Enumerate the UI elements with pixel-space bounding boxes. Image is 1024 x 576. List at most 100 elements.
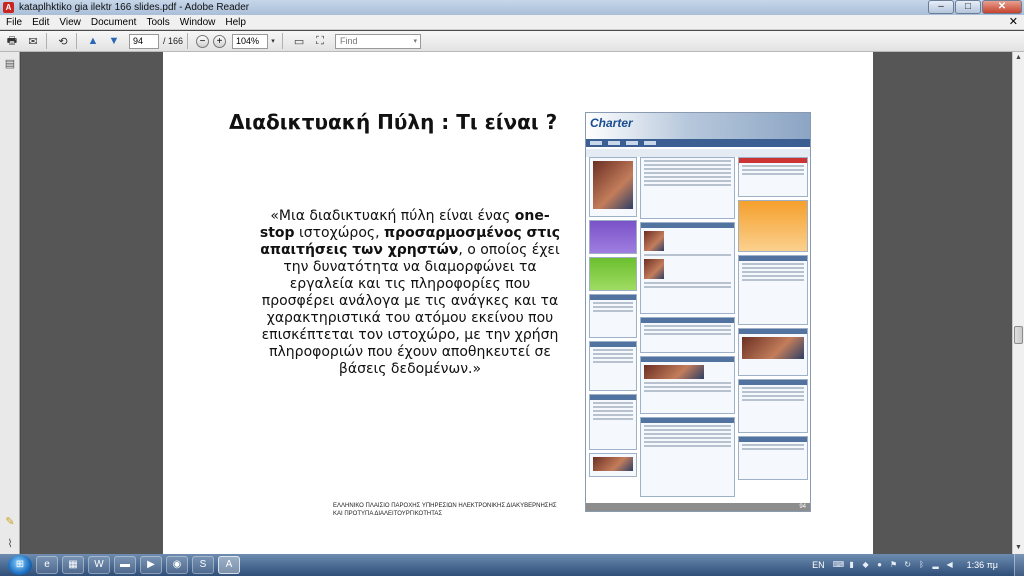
portal-promo-purple (589, 220, 637, 254)
portal-block (589, 157, 637, 217)
portal-block (640, 157, 735, 219)
file-explorer-icon[interactable]: ▦ (62, 556, 84, 574)
zoom-level-input[interactable]: 104% (232, 33, 269, 49)
toolbar-divider (282, 33, 284, 49)
menu-document[interactable]: Document (91, 17, 137, 28)
zoom-out-icon[interactable]: − (196, 34, 210, 48)
update-icon[interactable]: ↻ (903, 560, 913, 570)
portal-footer: 94 (586, 503, 810, 511)
portal-block (738, 328, 808, 376)
adobe-reader-taskbar-icon[interactable]: A (218, 556, 240, 574)
portal-block (589, 294, 637, 338)
toolbar-divider (76, 33, 77, 49)
media-player-icon[interactable]: ▶ (140, 556, 162, 574)
keyboard-icon[interactable]: ⌨ (833, 560, 845, 570)
collaborate-icon[interactable]: ⟲ (54, 33, 72, 49)
document-view[interactable]: Διαδικτυακή Πύλη : Τι είναι ? «Μια διαδι… (21, 52, 1012, 554)
maximize-button[interactable]: □ (955, 0, 981, 14)
full-screen-icon[interactable]: ⛶ (311, 33, 329, 49)
skype-icon[interactable]: S (192, 556, 214, 574)
word-icon[interactable]: W (88, 556, 110, 574)
menu-bar: File Edit View Document Tools Window Hel… (0, 15, 1024, 30)
portal-left-column (589, 157, 637, 480)
toolbar-divider (46, 33, 47, 49)
scroll-down-icon[interactable]: ▼ (1013, 542, 1024, 554)
antivirus-icon[interactable]: ● (875, 560, 885, 570)
menu-help[interactable]: Help (225, 17, 246, 28)
portal-block (640, 356, 735, 414)
minimize-button[interactable]: – (928, 0, 954, 14)
portal-nav (586, 139, 810, 147)
slide-title: Διαδικτυακή Πύλη : Τι είναι ? (229, 110, 558, 134)
signal-icon[interactable]: ▂ (931, 560, 941, 570)
quote-text-1: «Μια διαδικτυακή πύλη είναι ένας (270, 208, 515, 224)
portal-right-column (738, 157, 808, 483)
portal-block (589, 394, 637, 450)
title-bar: A kataplhktiko gia ilektr 166 slides.pdf… (0, 0, 1024, 15)
volume-icon[interactable]: ◀ (945, 560, 955, 570)
footer-line-2: ΚΑΙ ΠΡΟΤΥΠΑ ΔΙΑΛΕΙΤΟΥΡΓΙΚΟΤΗΤΑΣ (333, 511, 443, 517)
bluetooth-icon[interactable]: ᛒ (917, 560, 927, 570)
portal-block (640, 317, 735, 353)
menu-view[interactable]: View (59, 17, 81, 28)
page-number-input[interactable]: 94 (129, 33, 159, 49)
portal-block (640, 417, 735, 497)
pages-panel-icon[interactable]: ▤ (4, 58, 16, 70)
fit-page-icon[interactable]: ▭ (290, 33, 308, 49)
attachments-icon[interactable]: ⌇ (4, 538, 16, 550)
menu-edit[interactable]: Edit (32, 17, 49, 28)
slide-footer: ΕΛΛΗΝΙΚΟ ΠΛΑΙΣΙΟ ΠΑΡΟΧΗΣ ΥΠΗΡΕΣΙΩΝ ΗΛΕΚΤ… (333, 502, 573, 518)
scroll-thumb[interactable] (1014, 326, 1023, 344)
zoom-in-icon[interactable]: + (213, 34, 227, 48)
portal-block (589, 453, 637, 477)
document-close-icon[interactable]: ✕ (1009, 15, 1018, 28)
previous-page-icon[interactable]: ▲ (84, 33, 102, 49)
network-icon[interactable]: ▮ (847, 560, 857, 570)
window-controls: – □ ✕ (927, 0, 1022, 15)
firefox-icon[interactable]: ◉ (166, 556, 188, 574)
navigation-pane: ▤ ✎ ⌇ (0, 52, 20, 554)
menu-tools[interactable]: Tools (146, 17, 169, 28)
portal-screenshot: Charter 94 (585, 112, 811, 512)
portal-block (738, 157, 808, 197)
system-tray: EN ⌨ ▮ ◆ ● ⚑ ↻ ᛒ ▂ ◀ 1:36 πμ (812, 554, 1024, 576)
show-desktop-button[interactable] (1014, 554, 1024, 576)
portal-block (640, 222, 735, 314)
print-icon[interactable]: 🖶 (3, 33, 21, 49)
find-input[interactable]: Find ▾ (335, 33, 422, 49)
taskbar: ⊞ e ▦ W ▬ ▶ ◉ S A EN ⌨ ▮ ◆ ● ⚑ ↻ ᛒ ▂ ◀ 1… (0, 554, 1024, 576)
internet-explorer-icon[interactable]: e (36, 556, 58, 574)
quote-text-3: , ο οποίος έχει την δυνατότητα να διαμορ… (261, 242, 560, 377)
portal-center-column (640, 157, 735, 500)
clock[interactable]: 1:36 πμ (967, 560, 998, 570)
toolbar-divider (187, 33, 189, 49)
start-button[interactable]: ⊞ (8, 555, 32, 575)
menu-window[interactable]: Window (180, 17, 216, 28)
zoom-dropdown-icon[interactable]: ▾ (268, 33, 278, 49)
portal-header: Charter (586, 113, 810, 139)
language-indicator[interactable]: EN (812, 560, 825, 570)
find-dropdown-icon[interactable]: ▾ (414, 35, 418, 48)
toolbar: 🖶 ✉ ⟲ ▲ ▼ 94 / 166 − + 104% ▾ ▭ ⛶ Find ▾ (0, 31, 1024, 52)
comments-icon[interactable]: ✎ (4, 516, 16, 528)
next-page-icon[interactable]: ▼ (105, 33, 123, 49)
portal-promo-orange (738, 200, 808, 252)
window-title: kataplhktiko gia ilektr 166 slides.pdf -… (19, 2, 250, 13)
adobe-reader-icon: A (3, 2, 14, 13)
folder-icon[interactable]: ▬ (114, 556, 136, 574)
portal-block (738, 436, 808, 480)
menu-file[interactable]: File (6, 17, 22, 28)
portal-search-bar (586, 149, 810, 157)
slide-number: 94 (799, 504, 806, 510)
portal-block (738, 255, 808, 325)
portal-block (738, 379, 808, 433)
find-placeholder: Find (340, 35, 358, 46)
email-icon[interactable]: ✉ (24, 33, 42, 49)
portal-block (589, 341, 637, 391)
quote-text-2: ιστοχώρος, (294, 225, 384, 241)
security-icon[interactable]: ◆ (861, 560, 871, 570)
flag-icon[interactable]: ⚑ (889, 560, 899, 570)
scroll-up-icon[interactable]: ▲ (1013, 52, 1024, 64)
vertical-scrollbar[interactable]: ▲ ▼ (1012, 52, 1024, 554)
close-button[interactable]: ✕ (982, 0, 1022, 14)
